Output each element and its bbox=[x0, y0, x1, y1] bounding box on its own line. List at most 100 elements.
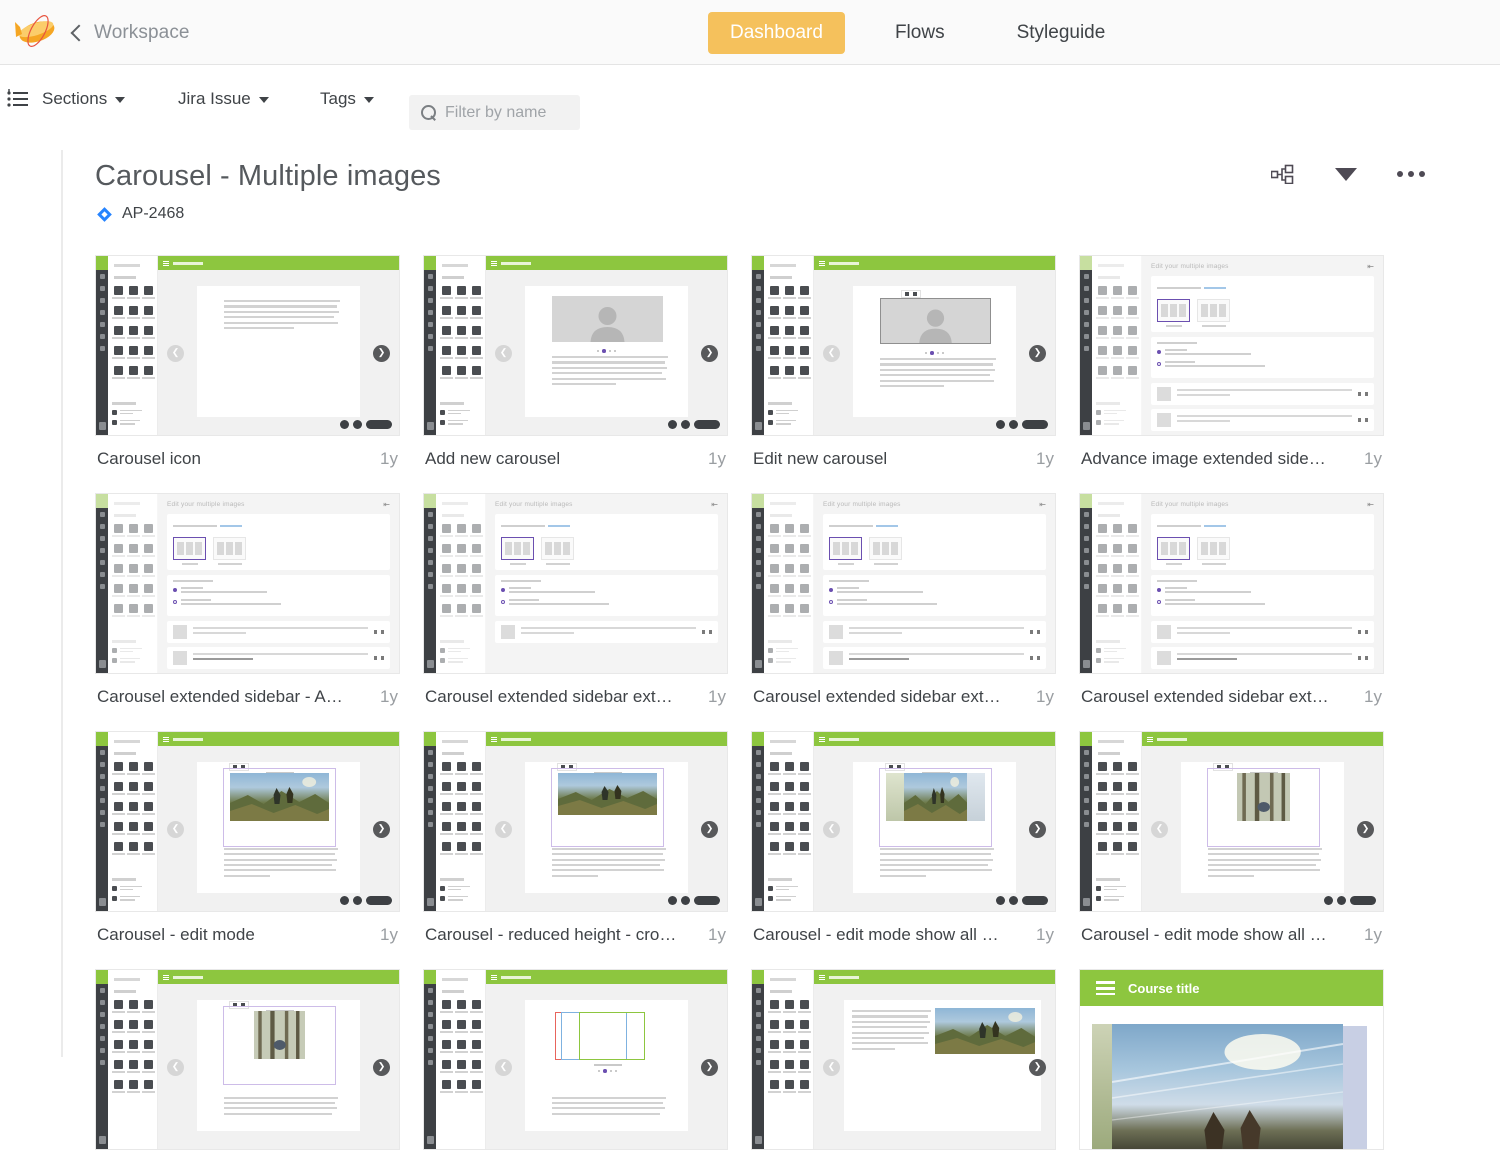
screen-thumbnail[interactable]: ❮ ❯ bbox=[751, 255, 1056, 436]
screen-card[interactable]: ❮ ❯ Carousel - edit mode show all s… 1y bbox=[751, 731, 1056, 945]
carousel-prev-button[interactable]: ❮ bbox=[1151, 820, 1168, 838]
screen-thumbnail[interactable]: ❮ ❯ bbox=[95, 255, 400, 436]
radio-crop-image[interactable] bbox=[173, 587, 384, 595]
radio-display-entire-image[interactable] bbox=[501, 599, 712, 607]
carousel-next-button[interactable]: ❯ bbox=[701, 344, 718, 362]
carousel-prev-button[interactable]: ❮ bbox=[823, 344, 840, 362]
filter-sections[interactable]: Sections bbox=[42, 66, 126, 132]
screen-card[interactable]: ❮ ❯ Edit new carousel 1y bbox=[751, 255, 1056, 469]
screen-thumbnail[interactable]: ❮ ❯ bbox=[423, 731, 728, 912]
screen-card[interactable]: ❮ ❯ Carousel - edit mode show all s… 1y bbox=[1079, 731, 1384, 945]
collapse-sidebar-icon[interactable]: ⇤ bbox=[1367, 262, 1374, 271]
tab-dashboard[interactable]: Dashboard bbox=[708, 11, 845, 54]
screen-thumbnail[interactable]: Course title bbox=[1079, 969, 1384, 1150]
radio-crop-image[interactable] bbox=[1157, 587, 1368, 595]
option-three-column-grid[interactable] bbox=[213, 537, 246, 565]
flow-view-icon[interactable] bbox=[1271, 164, 1295, 184]
collapse-sidebar-icon[interactable]: ⇤ bbox=[1367, 500, 1374, 509]
option-carousel[interactable] bbox=[501, 537, 534, 565]
collapse-sidebar-icon[interactable]: ⇤ bbox=[383, 500, 390, 509]
collapse-sidebar-icon[interactable]: ⇤ bbox=[711, 500, 718, 509]
option-carousel[interactable] bbox=[1157, 299, 1190, 327]
screen-card[interactable]: Edit your multiple images ⇤ bbox=[95, 493, 400, 707]
radio-crop-image[interactable] bbox=[829, 587, 1040, 595]
screen-thumbnail[interactable]: Edit your multiple images ⇤ bbox=[751, 493, 1056, 674]
option-three-column-grid[interactable] bbox=[869, 537, 902, 565]
option-three-column-grid[interactable] bbox=[1197, 299, 1230, 327]
screen-card[interactable]: ❮ ❯ bbox=[751, 969, 1056, 1150]
screen-thumbnail[interactable]: Edit your multiple images ⇤ bbox=[95, 493, 400, 674]
image-row[interactable] bbox=[1151, 383, 1374, 406]
screen-thumbnail[interactable]: ❮ ❯ bbox=[751, 731, 1056, 912]
option-three-column-grid[interactable] bbox=[541, 537, 574, 565]
jira-issue-badge[interactable]: AP-2468 bbox=[96, 205, 184, 223]
carousel-next-button[interactable]: ❯ bbox=[373, 344, 390, 362]
image-row[interactable] bbox=[1151, 435, 1374, 436]
carousel-next-button[interactable]: ❯ bbox=[701, 820, 718, 838]
screen-card[interactable]: ❮ ❯ Carousel icon 1y bbox=[95, 255, 400, 469]
carousel-next-button[interactable]: ❯ bbox=[373, 1058, 390, 1076]
image-row[interactable] bbox=[1151, 647, 1374, 670]
screen-thumbnail[interactable]: ❮ ❯ bbox=[751, 969, 1056, 1150]
tab-flows[interactable]: Flows bbox=[873, 12, 967, 54]
screen-thumbnail[interactable]: ❮ ❯ bbox=[423, 969, 728, 1150]
screen-card[interactable]: ❮ ❯ bbox=[423, 969, 728, 1150]
carousel-prev-button[interactable]: ❮ bbox=[495, 344, 512, 362]
blimp-logo-icon[interactable] bbox=[14, 13, 56, 51]
back-to-workspace-link[interactable]: Workspace bbox=[72, 0, 190, 65]
option-carousel[interactable] bbox=[829, 537, 862, 565]
carousel-next-button[interactable]: ❯ bbox=[1029, 820, 1046, 838]
image-row[interactable] bbox=[823, 647, 1046, 670]
carousel-prev-button[interactable]: ❮ bbox=[167, 1058, 184, 1076]
carousel-next-button[interactable]: ❯ bbox=[701, 1058, 718, 1076]
screen-card[interactable]: ❮ ❯ Carousel - edit mode 1y bbox=[95, 731, 400, 945]
carousel-prev-button[interactable]: ❮ bbox=[823, 1058, 840, 1076]
image-row[interactable] bbox=[1151, 621, 1374, 644]
carousel-prev-button[interactable]: ❮ bbox=[167, 820, 184, 838]
image-row[interactable] bbox=[495, 621, 718, 644]
screen-card[interactable]: ❮ ❯ Add new carousel 1y bbox=[423, 255, 728, 469]
image-row[interactable] bbox=[1151, 409, 1374, 432]
screen-thumbnail[interactable]: ❮ ❯ bbox=[95, 969, 400, 1150]
carousel-next-button[interactable]: ❯ bbox=[1357, 820, 1374, 838]
screen-thumbnail[interactable]: ❮ ❯ bbox=[1079, 731, 1384, 912]
radio-crop-image[interactable] bbox=[1157, 349, 1368, 357]
sort-caret-icon[interactable] bbox=[1335, 167, 1357, 181]
more-options-icon[interactable] bbox=[1397, 171, 1425, 177]
image-toolbar[interactable] bbox=[901, 290, 921, 298]
carousel-next-button[interactable]: ❯ bbox=[1029, 1058, 1046, 1076]
screen-card[interactable]: Edit your multiple images ⇤ bbox=[1079, 493, 1384, 707]
radio-display-entire-image[interactable] bbox=[829, 599, 1040, 607]
filter-tags[interactable]: Tags bbox=[320, 66, 374, 132]
carousel-prev-button[interactable]: ❮ bbox=[823, 820, 840, 838]
screen-thumbnail[interactable]: ❮ ❯ bbox=[95, 731, 400, 912]
screen-thumbnail[interactable]: Edit your multiple images ⇤ bbox=[1079, 255, 1384, 436]
screen-card[interactable]: Edit your multiple images ⇤ bbox=[751, 493, 1056, 707]
hamburger-icon[interactable] bbox=[1096, 981, 1115, 995]
image-row[interactable] bbox=[823, 621, 1046, 644]
screen-card[interactable]: ❮ ❯ Carousel - reduced height - cro… 1y bbox=[423, 731, 728, 945]
image-row[interactable] bbox=[167, 647, 390, 670]
filter-jira-issue[interactable]: Jira Issue bbox=[178, 66, 269, 132]
option-carousel[interactable] bbox=[173, 537, 206, 565]
screen-card[interactable]: ❮ ❯ bbox=[95, 969, 400, 1150]
option-three-column-grid[interactable] bbox=[1197, 537, 1230, 565]
radio-display-entire-image[interactable] bbox=[173, 599, 384, 607]
image-row[interactable] bbox=[167, 621, 390, 644]
screen-card[interactable]: Course title bbox=[1079, 969, 1384, 1150]
screen-thumbnail[interactable]: ❮ ❯ bbox=[423, 255, 728, 436]
tab-styleguide[interactable]: Styleguide bbox=[995, 12, 1128, 54]
carousel-prev-button[interactable]: ❮ bbox=[495, 820, 512, 838]
search-input[interactable]: Filter by name bbox=[409, 95, 580, 130]
radio-display-entire-image[interactable] bbox=[1157, 599, 1368, 607]
option-carousel[interactable] bbox=[1157, 537, 1190, 565]
collapse-sidebar-icon[interactable]: ⇤ bbox=[1039, 500, 1046, 509]
carousel-next-button[interactable]: ❯ bbox=[373, 820, 390, 838]
radio-crop-image[interactable] bbox=[501, 587, 712, 595]
radio-display-entire-image[interactable] bbox=[1157, 361, 1368, 369]
carousel-next-button[interactable]: ❯ bbox=[1029, 344, 1046, 362]
screen-thumbnail[interactable]: Edit your multiple images ⇤ bbox=[423, 493, 728, 674]
screen-thumbnail[interactable]: Edit your multiple images ⇤ bbox=[1079, 493, 1384, 674]
sections-list-icon[interactable] bbox=[6, 89, 30, 109]
carousel-prev-button[interactable]: ❮ bbox=[167, 344, 184, 362]
